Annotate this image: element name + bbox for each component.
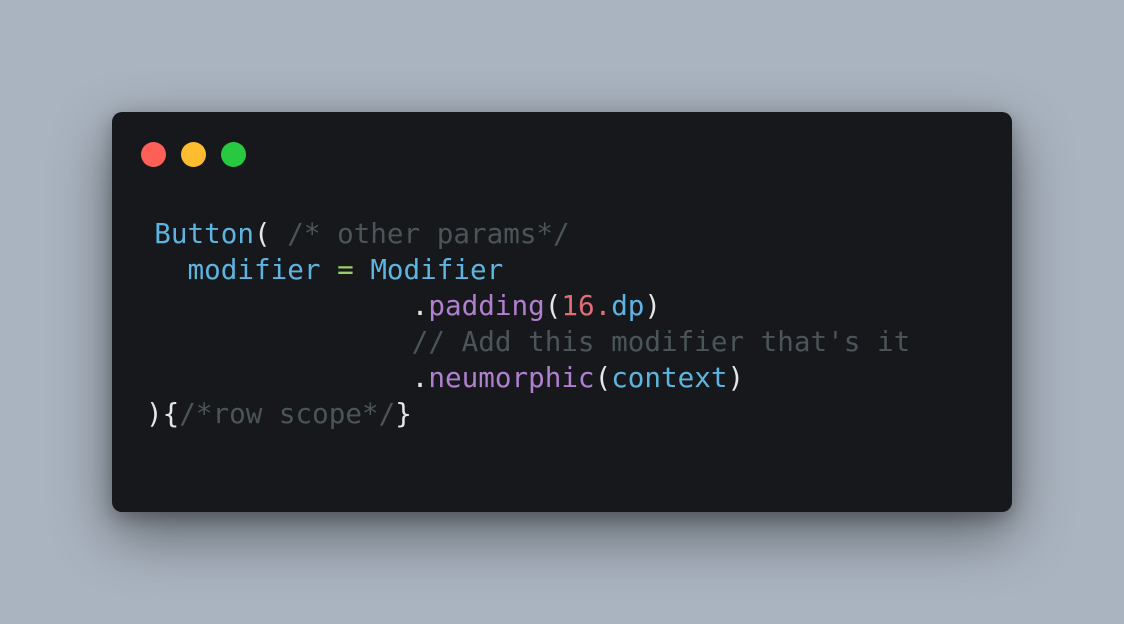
code-line-1: Button( /* other params*/ [146,216,910,252]
minimize-window-button[interactable] [181,142,206,167]
paren-open-token: ( [594,361,612,394]
code-line-3: .padding(16.dp) [146,288,910,324]
close-window-button[interactable] [141,142,166,167]
code-line-6: ){/*row scope*/} [146,396,910,432]
paren-close-token: ) [146,397,163,430]
code-line-4: // Add this modifier that's it [146,324,910,360]
comment-token: /* other params*/ [287,217,570,250]
maximize-window-button[interactable] [221,142,246,167]
paren-close-token: ) [727,361,745,394]
paren-open-token: ( [253,217,271,250]
dot-token: . [411,361,429,394]
code-line-2: modifier = Modifier [146,252,910,288]
brace-open-token: { [162,397,180,430]
context-argument-token: context [611,361,728,394]
equals-operator-token: = [337,253,354,286]
neumorphic-method-token: neumorphic [428,361,595,394]
param-name-token: modifier [187,253,321,286]
page-background: { "colors": { "background": "#aab4c0", "… [0,0,1124,624]
modifier-type-token: Modifier [370,253,504,286]
number-literal-token: 16. [561,289,612,322]
comment-token: /*row scope*/ [179,397,396,430]
class-name-token: Button [154,217,254,250]
code-line-5: .neumorphic(context) [146,360,910,396]
dot-token: . [411,289,429,322]
brace-close-token: } [395,397,412,430]
paren-close-token: ) [644,289,662,322]
padding-method-token: padding [428,289,545,322]
dp-unit-token: dp [611,289,645,322]
code-block: Button( /* other params*/modifier = Modi… [146,216,910,432]
comment-token: // Add this modifier that's it [411,325,911,358]
paren-open-token: ( [544,289,562,322]
code-window: Button( /* other params*/modifier = Modi… [112,112,1012,512]
